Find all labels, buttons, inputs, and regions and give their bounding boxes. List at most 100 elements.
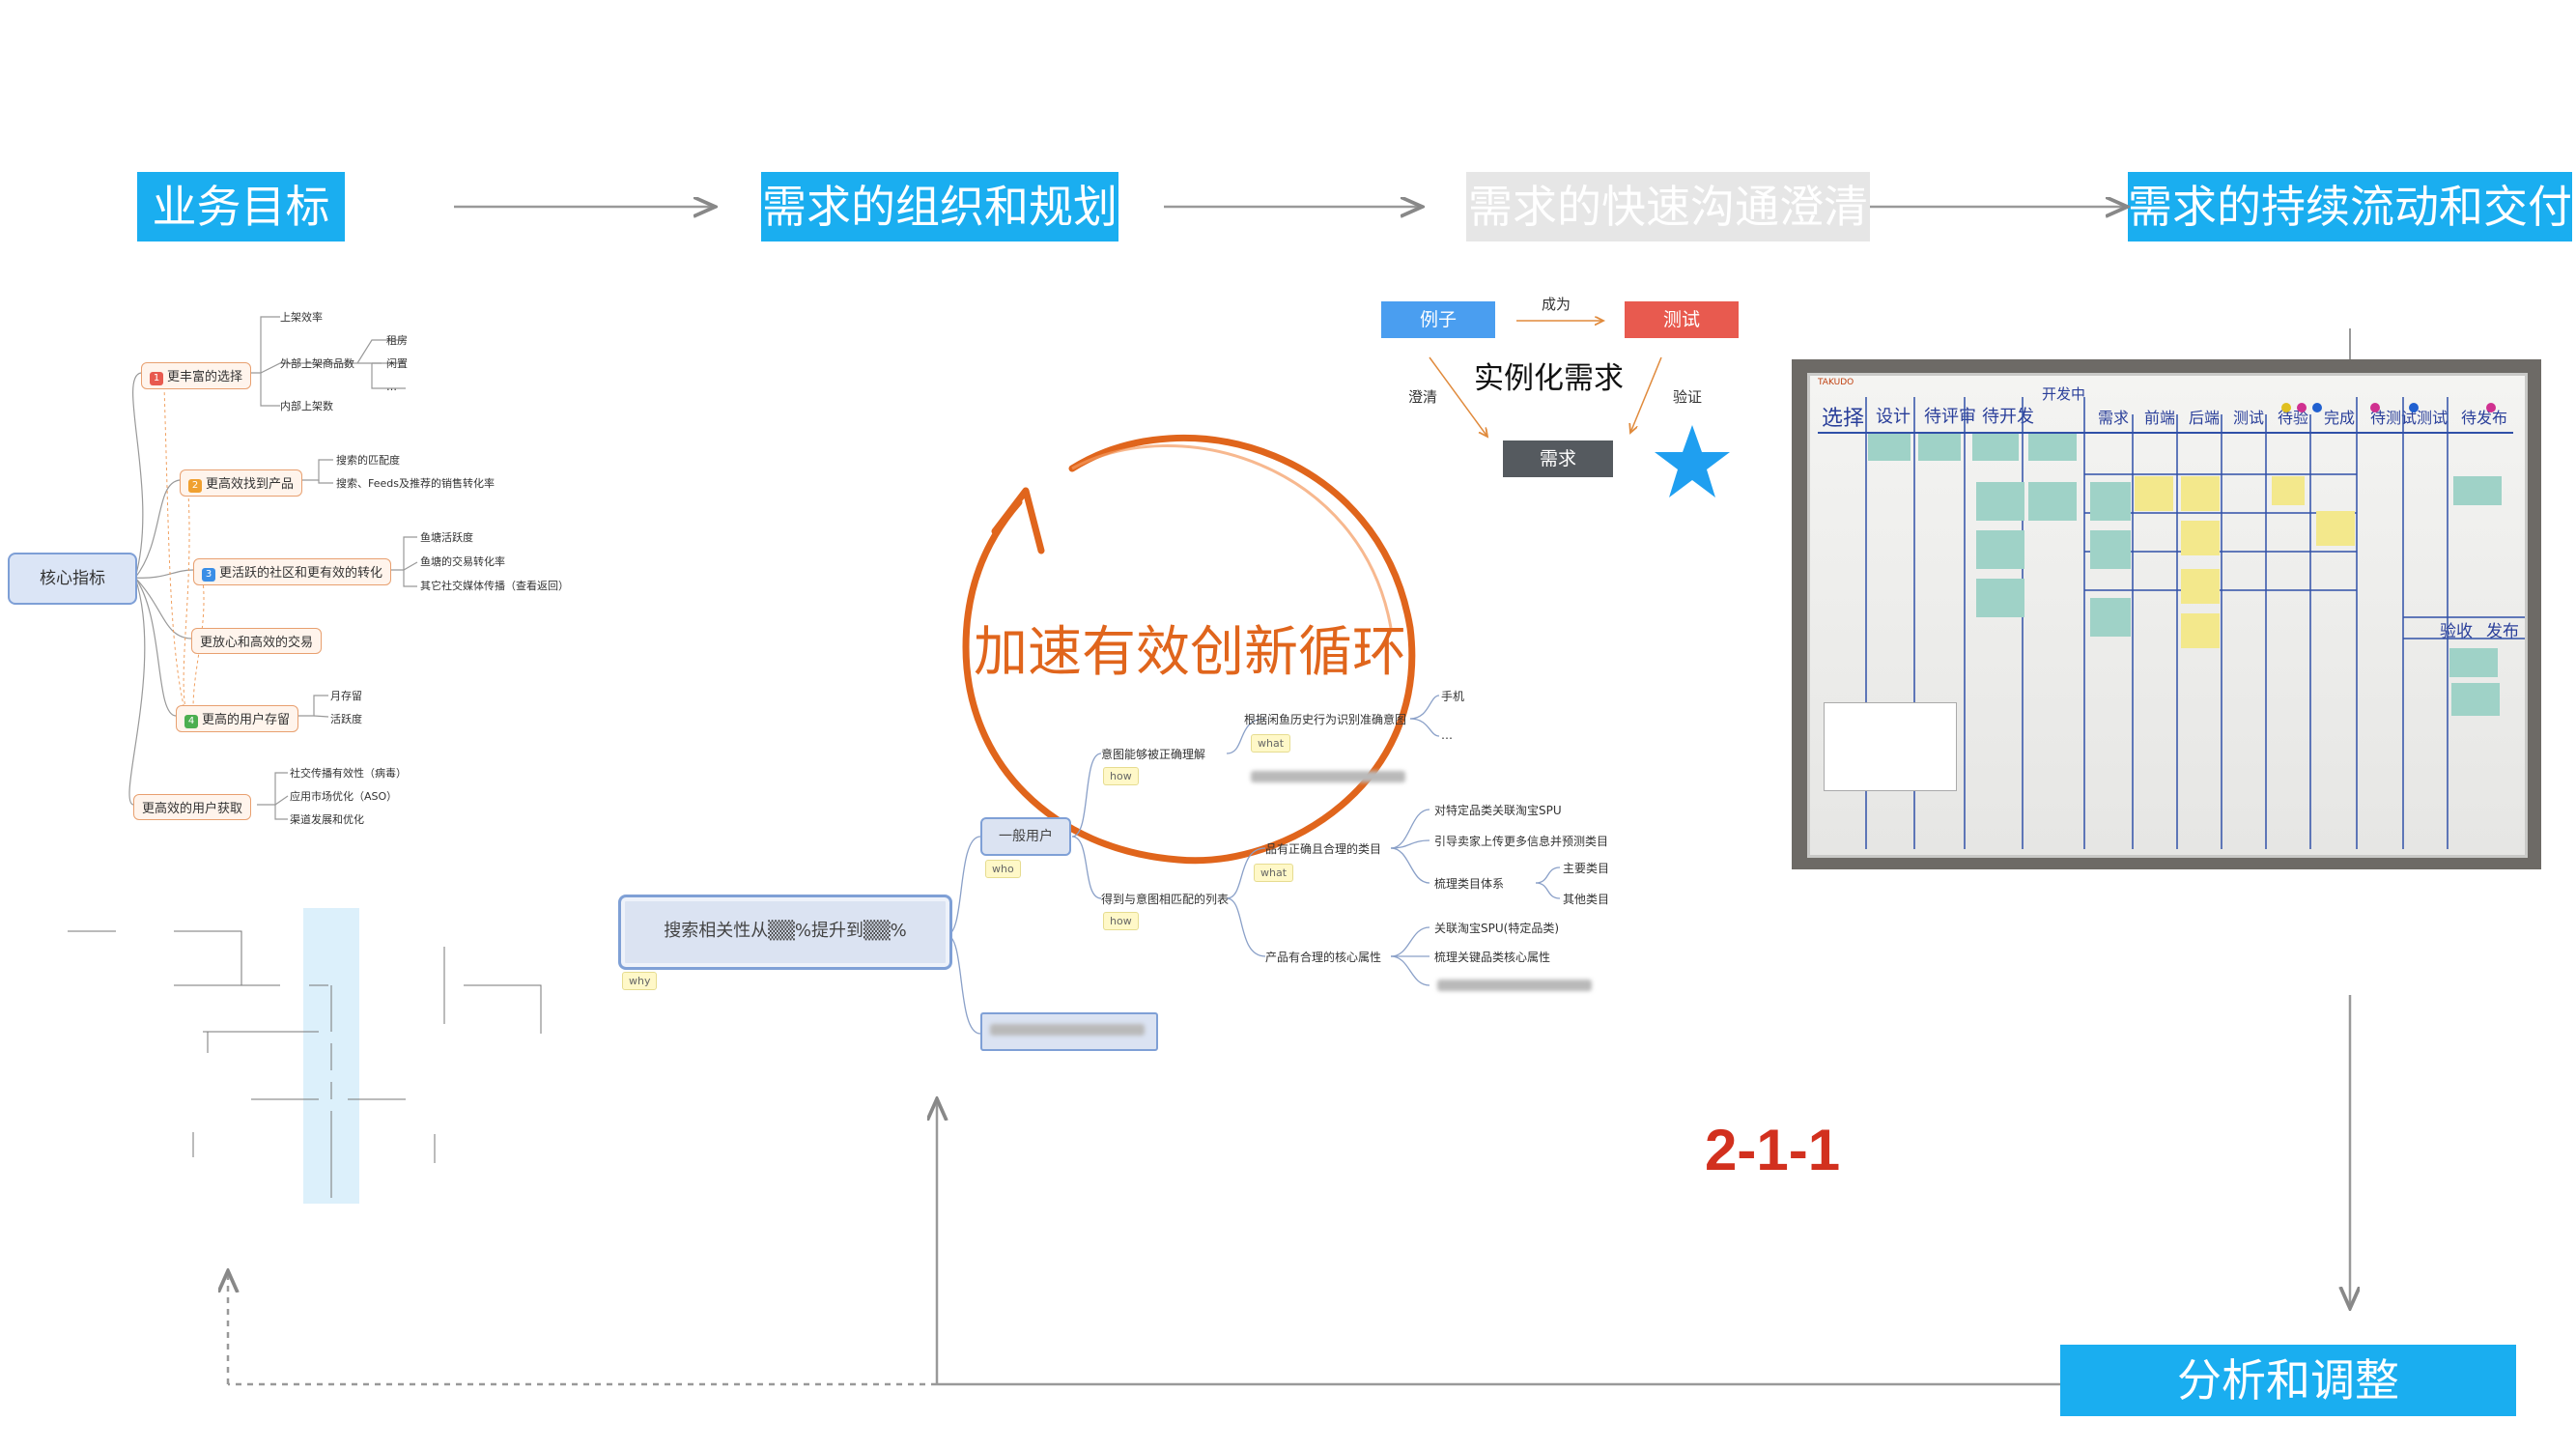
paper-sheet — [1824, 702, 1957, 791]
leaf: 活跃度 — [330, 713, 362, 725]
branch-badge: 1 — [150, 372, 163, 385]
leaf: 租房 — [386, 334, 408, 347]
magnet — [2297, 403, 2307, 412]
flowchart-lines — [68, 930, 542, 1198]
sticky-note — [2135, 476, 2173, 511]
leaf: 其它社交媒体传播（查看返回） — [420, 580, 569, 592]
leaf: 搜索、Feeds及推荐的销售转化率 — [336, 477, 495, 490]
search-relevance-mindmap: 搜索相关性从▒▒%提升到▒▒% why 一般用户 who 意图能够被正确理解 h… — [609, 690, 1623, 1061]
leaf: 应用市场优化（ASO） — [290, 790, 398, 803]
stage-flow-deliver[interactable]: 需求的持续流动和交付 — [2128, 172, 2572, 242]
example-box[interactable]: 例子 — [1381, 301, 1495, 338]
star-icon — [1655, 425, 1730, 497]
spu2-leaf[interactable]: 关联淘宝SPU(特定品类) — [1434, 920, 1559, 936]
sticky-note — [1972, 434, 2019, 461]
branch-richer-choice[interactable]: 1 更丰富的选择 — [141, 362, 252, 389]
release-label: 发布 — [2486, 622, 2519, 641]
cycle-label: 加速有效创新循环 — [974, 621, 1406, 684]
clarify-label: 澄清 — [1408, 388, 1438, 406]
sticky-note — [2090, 530, 2131, 569]
process-flowchart-thumbnail — [39, 908, 580, 1208]
spu-leaf[interactable]: 对特定品类关联淘宝SPU — [1434, 802, 1562, 818]
branch-label: 更放心和高效的交易 — [200, 636, 314, 650]
blurred-text — [1251, 771, 1405, 782]
main-cat-leaf: 主要类目 — [1563, 862, 1610, 875]
test-box[interactable]: 测试 — [1625, 301, 1739, 338]
magnet — [2409, 403, 2419, 412]
sticky-note — [2090, 598, 2131, 637]
leaf: 闲置 — [386, 357, 408, 370]
sticky-note — [2449, 648, 2498, 677]
sticky-note — [2090, 482, 2131, 521]
intent-list[interactable]: 得到与意图相匹配的列表 — [1101, 891, 1229, 907]
leaf: … — [386, 381, 397, 393]
general-user-node[interactable]: 一般用户 — [980, 817, 1071, 856]
root-label: 搜索相关性从▒▒%提升到▒▒% — [664, 921, 907, 941]
requirement-box[interactable]: 需求 — [1503, 440, 1613, 477]
core-metrics-mindmap: 核心指标 1 更丰富的选择 2 更高效找到产品 3 更活跃的社区和更有效的转化 更放心… — [0, 299, 580, 840]
ellipsis-leaf: … — [1441, 728, 1453, 742]
whiteboard: TAKUDO 选择 设计 待评审 待开发 开发中 需求 前端 后端 测试 待验 … — [1807, 373, 2528, 858]
branch-safe-trade[interactable]: 更放心和高效的交易 — [191, 628, 323, 654]
branch-badge: 4 — [184, 715, 198, 728]
sticky-note — [1918, 434, 1961, 461]
slide-number: 2-1-1 — [1705, 1118, 1841, 1182]
who-tag: who — [985, 860, 1021, 878]
key-attr-leaf[interactable]: 梳理关键品类核心属性 — [1434, 949, 1550, 965]
core-attr[interactable]: 产品有合理的核心属性 — [1265, 949, 1381, 965]
sticky-note — [2272, 476, 2305, 505]
sticky-note — [1976, 579, 2024, 617]
how-tag: how — [1103, 767, 1139, 785]
kanban-board-photo: TAKUDO 选择 设计 待评审 待开发 开发中 需求 前端 后端 测试 待验 … — [1792, 359, 2541, 869]
leaf: 搜索的匹配度 — [336, 454, 400, 467]
sticky-note — [2181, 476, 2220, 511]
sort-leaf[interactable]: 梳理类目体系 — [1434, 875, 1504, 892]
sticky-note — [2316, 511, 2355, 546]
stage-clarify[interactable]: 需求的快速沟通澄清 — [1466, 172, 1870, 242]
guide-leaf[interactable]: 引导卖家上传更多信息并预测类目 — [1434, 833, 1608, 849]
stage-analyze-adjust[interactable]: 分析和调整 — [2060, 1345, 2516, 1416]
phone-leaf: 手机 — [1441, 690, 1465, 703]
leaf: 渠道发展和优化 — [290, 813, 364, 826]
leaf: 社交传播有效性（病毒） — [290, 767, 407, 780]
mindmap-root[interactable]: 核心指标 — [8, 553, 137, 605]
intent-understood[interactable]: 意图能够被正确理解 — [1101, 746, 1205, 762]
branch-label: 更丰富的选择 — [167, 370, 243, 384]
magnet — [2312, 403, 2322, 412]
how-tag: how — [1103, 912, 1139, 930]
sticky-note — [2451, 683, 2500, 716]
sticky-note — [1976, 530, 2024, 569]
magnet — [2281, 403, 2291, 412]
branch-label: 更高的用户存留 — [202, 713, 291, 727]
what-tag: what — [1254, 864, 1294, 882]
verify-label: 验证 — [1673, 388, 1703, 406]
branch-label: 更高效的用户获取 — [142, 802, 243, 816]
branch-active-community[interactable]: 3 更活跃的社区和更有效的转化 — [193, 558, 392, 585]
sticky-note — [2181, 521, 2220, 555]
stage-business-goal[interactable]: 业务目标 — [137, 172, 345, 242]
branch-acquisition[interactable]: 更高效的用户获取 — [133, 794, 252, 820]
leaf: 鱼塘活跃度 — [420, 531, 473, 544]
sticky-note — [2181, 613, 2220, 648]
sticky-note — [2028, 482, 2077, 521]
what-tag: what — [1251, 734, 1291, 753]
leaf: 上架效率 — [280, 311, 323, 324]
sticky-note — [1976, 482, 2024, 521]
sticky-note — [2028, 434, 2077, 461]
stage-organize-plan[interactable]: 需求的组织和规划 — [761, 172, 1118, 242]
category-correct[interactable]: 品有正确且合理的类目 — [1265, 840, 1381, 857]
history-intent[interactable]: 根据闲鱼历史行为识别准确意图 — [1244, 711, 1406, 727]
blurred-text — [1437, 980, 1592, 991]
branch-badge: 3 — [202, 568, 215, 582]
sticky-note — [2181, 569, 2220, 604]
leaf: 鱼塘的交易转化率 — [420, 555, 505, 568]
leaf: 月存留 — [330, 690, 362, 702]
become-label: 成为 — [1542, 296, 1571, 313]
branch-find-product[interactable]: 2 更高效找到产品 — [180, 469, 303, 497]
leaf: 内部上架数 — [280, 400, 333, 412]
magnet — [2486, 403, 2496, 412]
mindmap2-root[interactable]: 搜索相关性从▒▒%提升到▒▒% — [618, 895, 952, 970]
branch-retention[interactable]: 4 更高的用户存留 — [176, 705, 299, 732]
magnet — [2370, 403, 2380, 412]
branch-label: 更高效找到产品 — [206, 477, 295, 492]
